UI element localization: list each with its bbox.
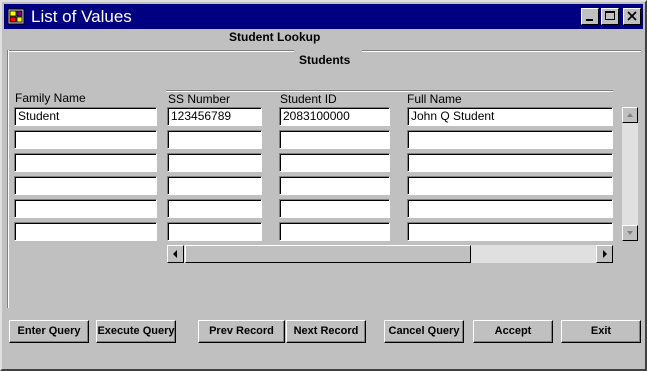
maximize-button[interactable] [601,8,619,25]
ss-number-field[interactable] [167,199,262,218]
title-bar[interactable]: List of Values [4,4,643,29]
maximize-icon [605,11,615,20]
student-id-field[interactable] [279,222,390,241]
student-id-field[interactable] [279,130,390,149]
scroll-right-button[interactable] [596,245,613,263]
family-name-field[interactable] [14,222,157,241]
enter-query-button[interactable]: Enter Query [9,320,89,343]
arrow-down-icon [627,231,633,235]
column-header-rule [166,90,613,92]
family-name-field[interactable] [14,130,157,149]
frame-line-vertical [7,50,9,308]
window-title: List of Values [31,7,132,26]
horizontal-scrollbar[interactable] [167,245,613,263]
scroll-down-button[interactable] [622,225,638,241]
frame-line-right [362,50,641,52]
full-name-field[interactable]: John Q Student [407,107,613,126]
full-name-field[interactable] [407,199,613,218]
student-id-field[interactable] [279,176,390,195]
block-title: Students [299,53,351,67]
column-header-student-id: Student ID [280,92,337,106]
full-name-field[interactable] [407,153,613,172]
arrow-left-icon [173,250,177,258]
frame-line-left [7,50,294,52]
exit-button[interactable]: Exit [561,320,641,343]
family-name-field[interactable]: Student [14,107,157,126]
scroll-up-button[interactable] [622,107,638,123]
student-id-field[interactable] [279,199,390,218]
full-name-field[interactable] [407,222,613,241]
column-header-ss-number: SS Number [168,92,231,106]
next-record-button[interactable]: Next Record [286,320,366,343]
arrow-up-icon [627,113,633,117]
column-header-family-name: Family Name [15,91,86,105]
accept-button[interactable]: Accept [473,320,553,343]
ss-number-field[interactable] [167,153,262,172]
minimize-button[interactable] [581,8,599,25]
student-id-field[interactable]: 2083100000 [279,107,390,126]
column-header-full-name: Full Name [407,92,462,106]
family-name-field[interactable] [14,153,157,172]
ss-number-field[interactable]: 123456789 [167,107,262,126]
vertical-scrollbar[interactable] [622,107,638,241]
form-heading: Student Lookup [229,30,321,44]
student-id-field[interactable] [279,153,390,172]
close-button[interactable] [623,8,641,25]
forms-app-icon [7,8,25,25]
ss-number-field[interactable] [167,176,262,195]
close-icon [627,11,637,21]
arrow-right-icon [603,250,607,258]
prev-record-button[interactable]: Prev Record [198,320,285,343]
full-name-field[interactable] [407,176,613,195]
execute-query-button[interactable]: Execute Query [96,320,176,343]
cancel-query-button[interactable]: Cancel Query [384,320,464,343]
full-name-field[interactable] [407,130,613,149]
horizontal-scroll-thumb[interactable] [185,245,471,263]
scroll-left-button[interactable] [167,245,184,263]
minimize-icon [586,19,593,21]
ss-number-field[interactable] [167,130,262,149]
family-name-field[interactable] [14,199,157,218]
family-name-field[interactable] [14,176,157,195]
ss-number-field[interactable] [167,222,262,241]
lov-window: List of Values Student Lookup Students F… [0,0,647,371]
